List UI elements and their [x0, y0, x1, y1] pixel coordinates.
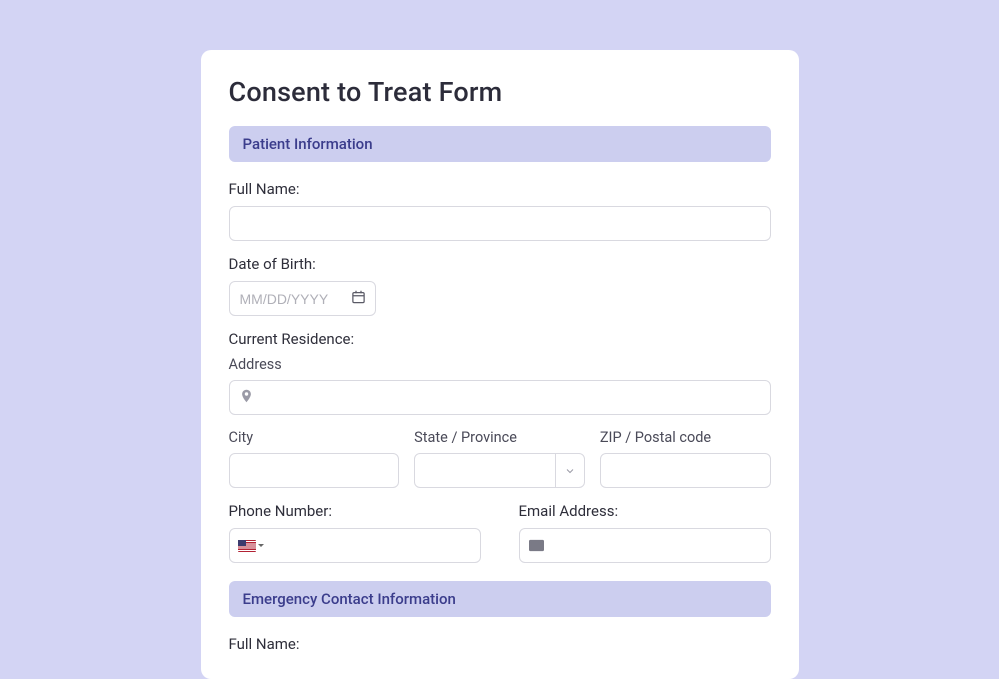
- country-flag-selector[interactable]: [238, 540, 264, 552]
- phone-label: Phone Number:: [229, 502, 481, 520]
- section-emergency-contact: Emergency Contact Information: [229, 581, 771, 617]
- emergency-full-name-label: Full Name:: [229, 635, 771, 653]
- state-select[interactable]: [414, 453, 585, 488]
- full-name-label: Full Name:: [229, 180, 771, 198]
- section-patient-info: Patient Information: [229, 126, 771, 162]
- phone-input[interactable]: [229, 528, 481, 563]
- address-input[interactable]: [229, 380, 771, 415]
- dob-input[interactable]: [229, 281, 376, 316]
- email-input[interactable]: [519, 528, 771, 563]
- field-dob: Date of Birth:: [229, 255, 771, 316]
- zip-label: ZIP / Postal code: [600, 429, 771, 446]
- email-label: Email Address:: [519, 502, 771, 520]
- field-full-name: Full Name:: [229, 180, 771, 241]
- address-label: Address: [229, 356, 771, 373]
- page-title: Consent to Treat Form: [229, 76, 771, 108]
- city-label: City: [229, 429, 400, 446]
- full-name-input[interactable]: [229, 206, 771, 241]
- state-label: State / Province: [414, 429, 585, 446]
- zip-input[interactable]: [600, 453, 771, 488]
- chevron-down-icon: [258, 544, 264, 547]
- city-input[interactable]: [229, 453, 400, 488]
- form-card: Consent to Treat Form Patient Informatio…: [201, 50, 799, 679]
- field-residence: Current Residence: Address City State / …: [229, 330, 771, 488]
- residence-label: Current Residence:: [229, 330, 771, 348]
- dob-label: Date of Birth:: [229, 255, 771, 273]
- us-flag-icon: [238, 540, 256, 552]
